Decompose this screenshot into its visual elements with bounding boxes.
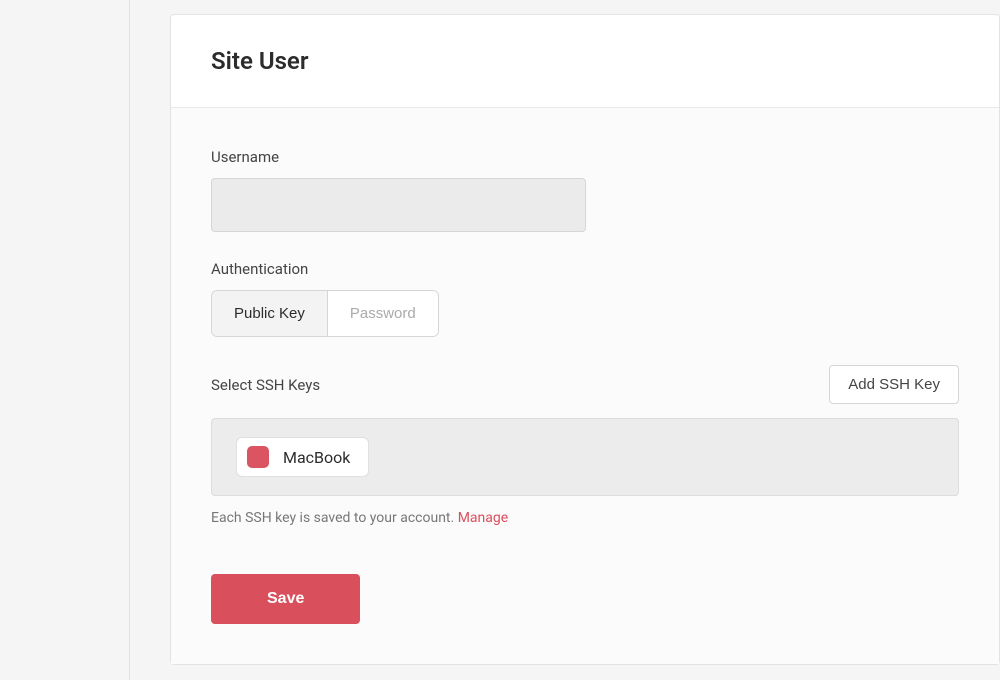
add-ssh-key-button[interactable]: Add SSH Key <box>829 365 959 404</box>
ssh-header-row: Select SSH Keys Add SSH Key <box>211 365 959 404</box>
ssh-keys-section: Select SSH Keys Add SSH Key MacBook Each… <box>211 365 959 526</box>
auth-option-password[interactable]: Password <box>328 291 438 336</box>
authentication-label: Authentication <box>211 260 959 278</box>
page-title: Site User <box>211 47 959 75</box>
username-label: Username <box>211 148 959 166</box>
auth-option-public-key[interactable]: Public Key <box>212 291 328 336</box>
ssh-keys-label: Select SSH Keys <box>211 376 320 394</box>
authentication-field-group: Authentication Public Key Password <box>211 260 959 337</box>
left-sidebar-gutter <box>0 0 130 680</box>
ssh-helper-text-row: Each SSH key is saved to your account. M… <box>211 510 959 526</box>
username-field-group: Username <box>211 148 959 232</box>
save-button[interactable]: Save <box>211 574 360 624</box>
card-header: Site User <box>171 15 999 108</box>
ssh-key-label: MacBook <box>283 448 350 467</box>
ssh-key-item[interactable]: MacBook <box>236 437 369 477</box>
manage-ssh-keys-link[interactable]: Manage <box>458 510 508 526</box>
site-user-card: Site User Username Authentication Public… <box>170 14 1000 665</box>
checkbox-icon[interactable] <box>247 446 269 468</box>
ssh-keys-list: MacBook <box>211 418 959 496</box>
username-input[interactable] <box>211 178 586 232</box>
authentication-toggle: Public Key Password <box>211 290 439 337</box>
main-content-area: Site User Username Authentication Public… <box>130 0 1000 680</box>
card-body: Username Authentication Public Key Passw… <box>171 108 999 664</box>
ssh-helper-text: Each SSH key is saved to your account. <box>211 510 458 526</box>
